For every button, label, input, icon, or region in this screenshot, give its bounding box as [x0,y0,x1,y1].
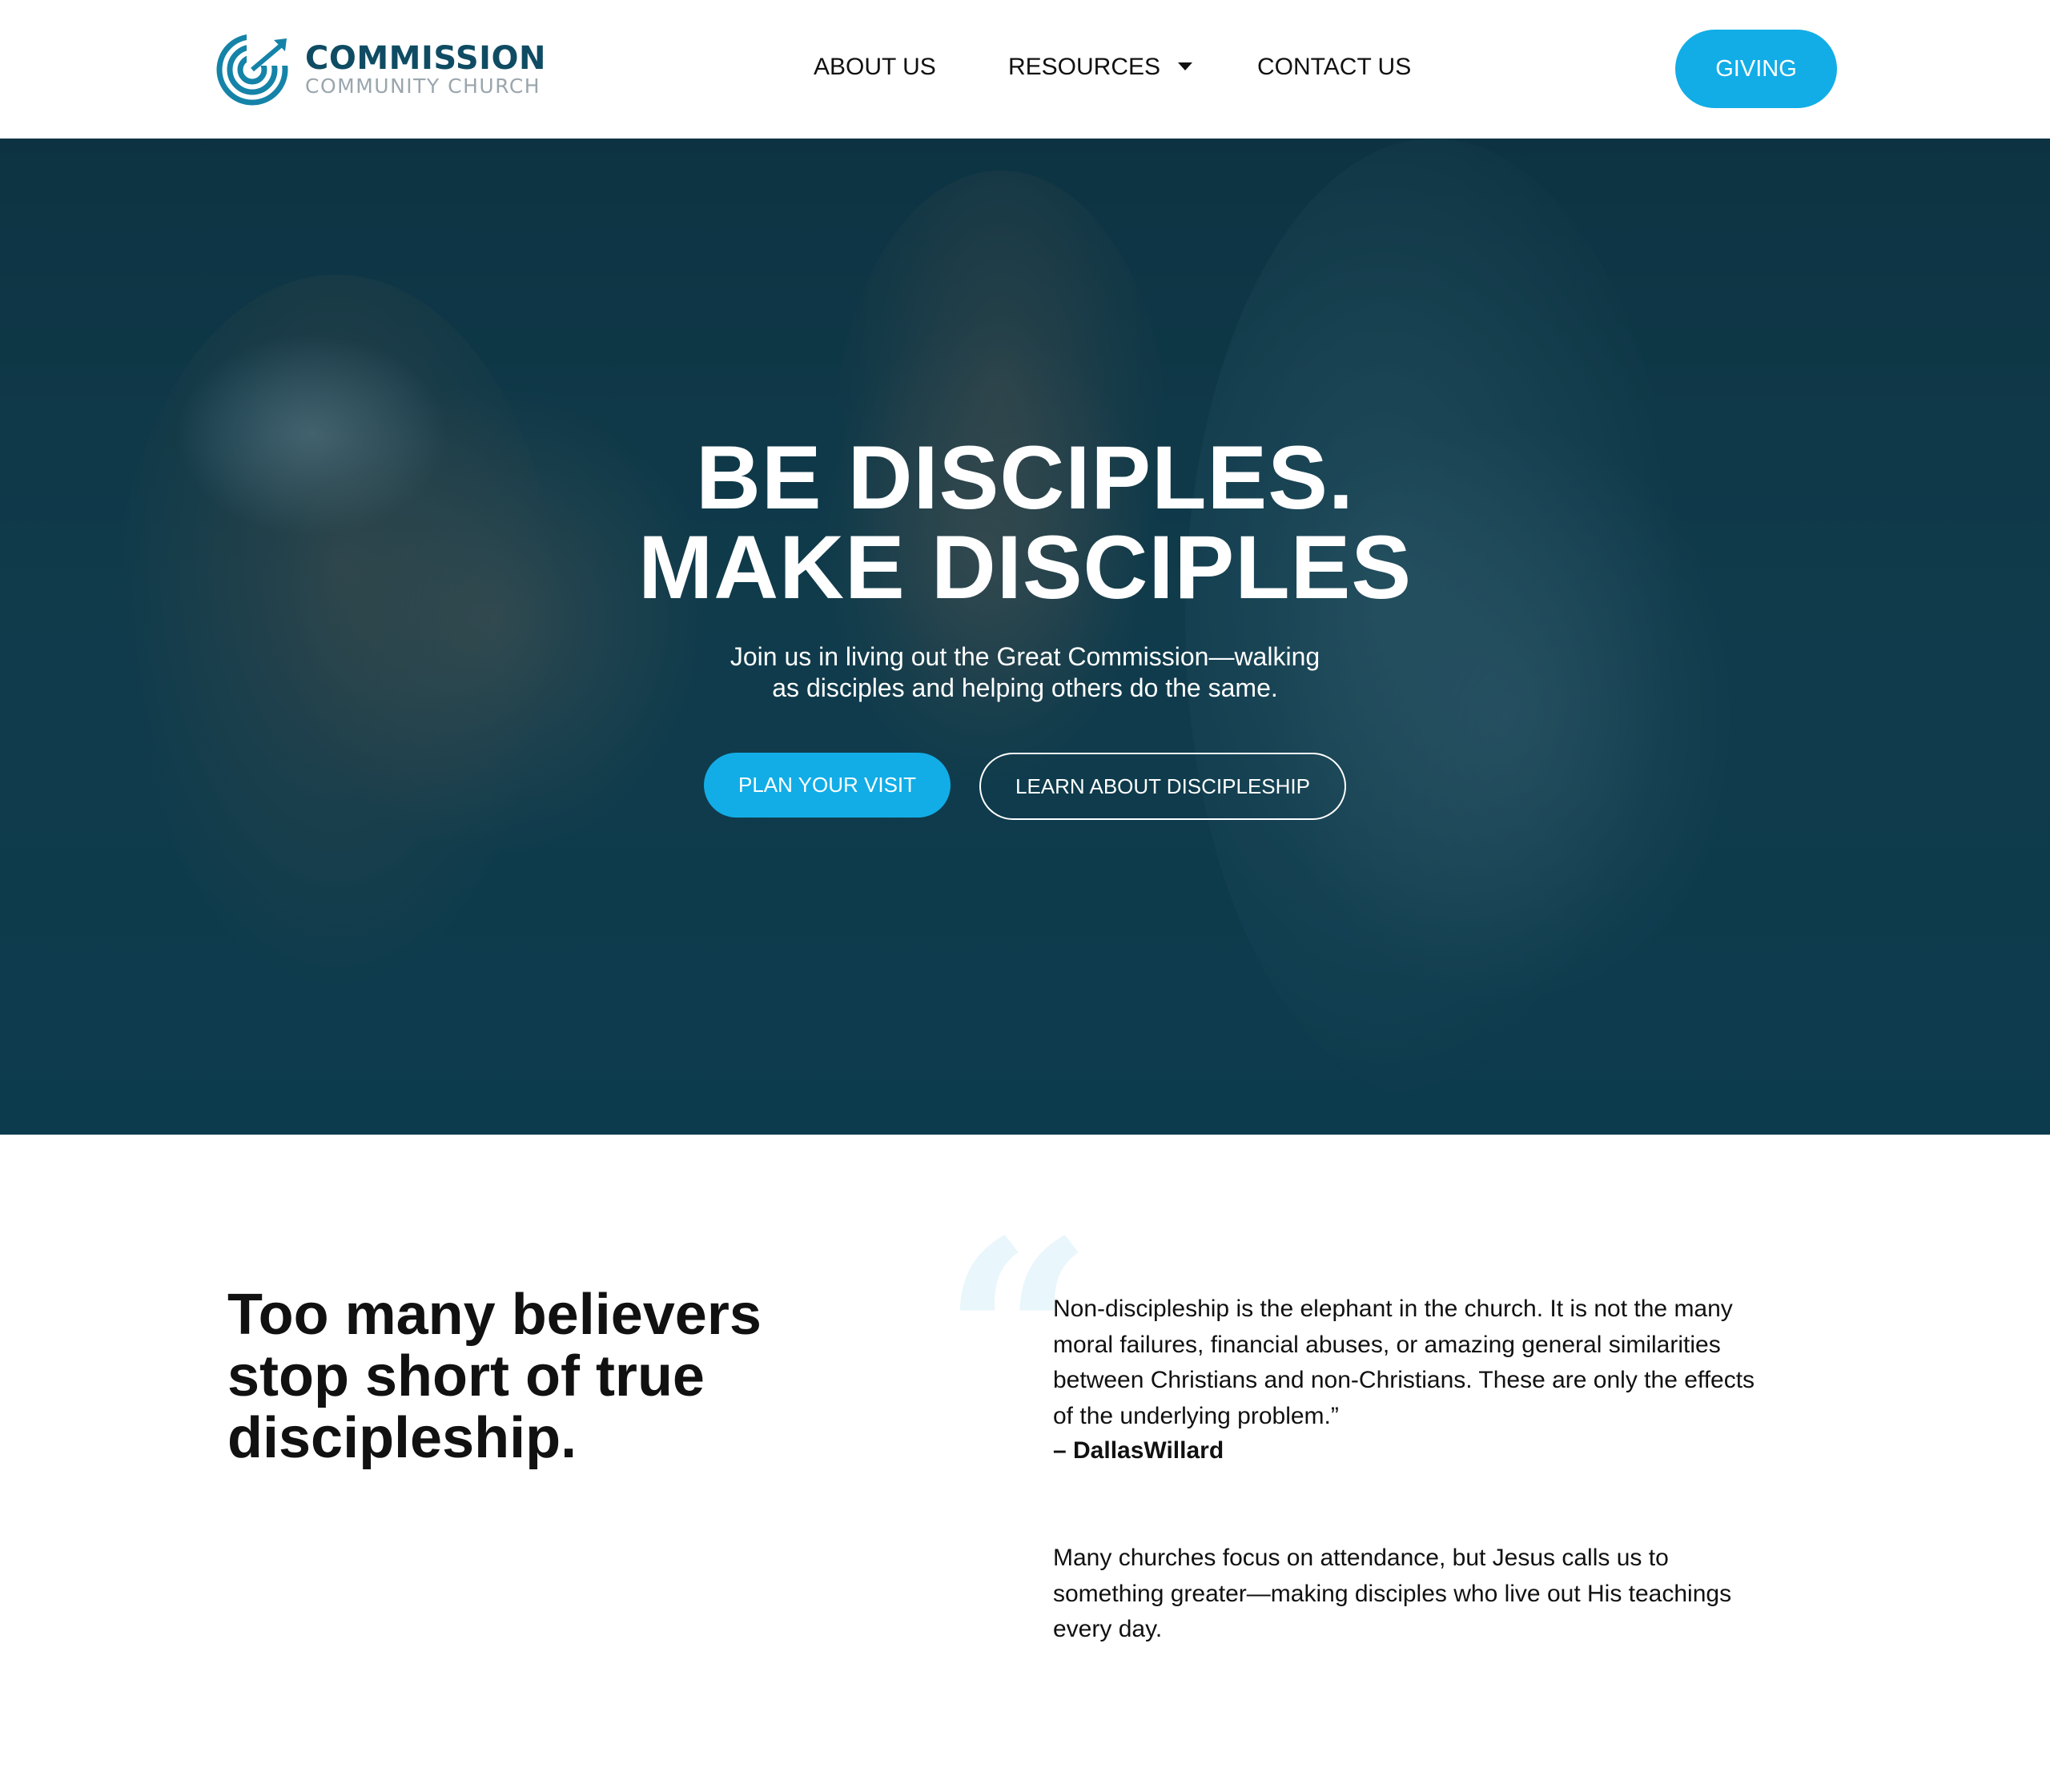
target-icon [216,34,288,106]
nav-resources-label: RESOURCES [1008,54,1161,80]
body-line: every day. [1053,1616,1163,1642]
caret-down-icon [1178,62,1193,71]
hero-subtitle-line: as disciples and helping others do the s… [772,673,1278,702]
hero-overlay [0,139,2050,1135]
hero-title-line: BE DISCIPLES. [695,428,1355,528]
hero-title: BE DISCIPLES. MAKE DISCIPLES [0,433,2050,613]
headline-line: stop short of true [227,1344,705,1408]
hero-subtitle-line: Join us in living out the Great Commissi… [730,642,1320,671]
body-line: Many churches focus on attendance, but J… [1053,1545,1669,1571]
quote-line: of the underlying problem.” [1053,1402,1339,1429]
body-line: something greater—making disciples who l… [1053,1580,1732,1607]
section-headline: Too many believers stop short of true di… [227,1284,884,1469]
plan-your-visit-button[interactable]: PLAN YOUR VISIT [704,753,951,818]
quote-text: Non-discipleship is the elephant in the … [1053,1292,1822,1434]
headline-line: discipleship. [227,1406,577,1470]
quote-author: – DallasWillard [1053,1437,1224,1464]
hero-section: BE DISCIPLES. MAKE DISCIPLES Join us in … [0,139,2050,1135]
nav-about-us[interactable]: ABOUT US [814,50,936,85]
site-header: COMMISSION COMMUNITY CHURCH ABOUT US RES… [0,0,2050,139]
nav-resources[interactable]: RESOURCES [1008,50,1193,85]
logo-name: COMMISSION [305,40,547,77]
logo-subtitle: COMMUNITY CHURCH [305,74,541,98]
hero-subtitle: Join us in living out the Great Commissi… [0,641,2050,704]
giving-button[interactable]: GIVING [1675,30,1837,108]
quote-line: Non-discipleship is the elephant in the … [1053,1296,1733,1322]
body-paragraph: Many churches focus on attendance, but J… [1053,1541,1822,1648]
site-logo[interactable]: COMMISSION COMMUNITY CHURCH [216,32,546,107]
hero-title-line: MAKE DISCIPLES [637,517,1413,617]
learn-about-discipleship-button[interactable]: LEARN ABOUT DISCIPLESHIP [979,753,1346,820]
headline-line: Too many believers [227,1283,762,1347]
quote-line: moral failures, financial abuses, or ama… [1053,1331,1721,1358]
quote-line: between Christians and non-Christians. T… [1053,1367,1755,1393]
nav-contact-us[interactable]: CONTACT US [1257,50,1411,85]
